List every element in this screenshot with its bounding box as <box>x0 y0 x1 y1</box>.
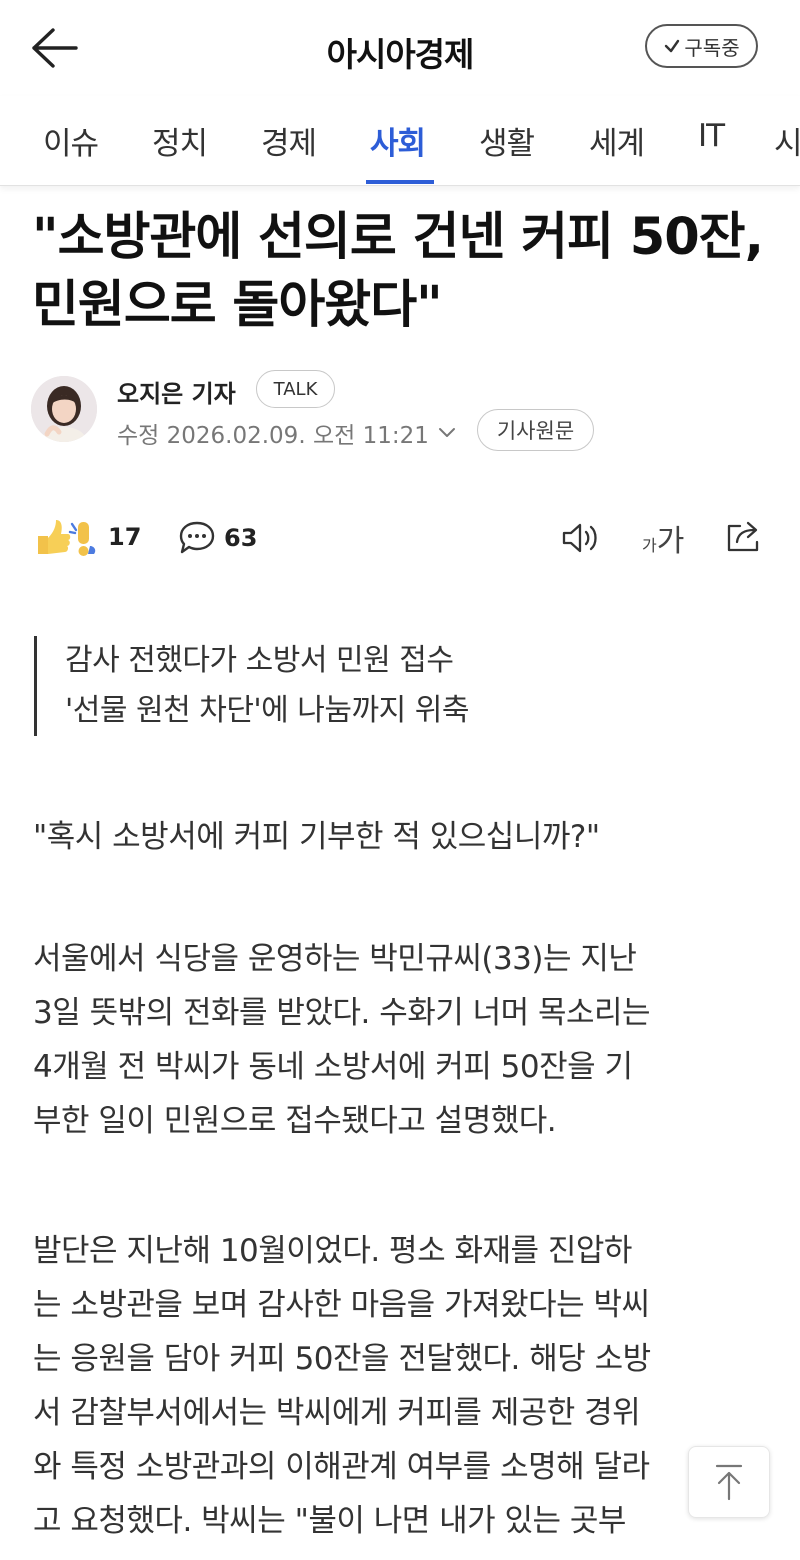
tts-button[interactable] <box>560 520 602 556</box>
paragraph-line: 는 소방관을 보며 감사한 마음을 가져왔다는 박씨 <box>33 1287 650 1323</box>
reaction-button[interactable]: 17 <box>34 516 141 558</box>
article-paragraph: 발단은 지난해 10월이었다. 평소 화재를 진압하 는 소방관을 보며 감사한… <box>33 1224 773 1548</box>
author-avatar[interactable] <box>31 376 97 442</box>
article-summary: 감사 전했다가 소방서 민원 접수 '선물 원천 차단'에 나눔까지 위축 <box>34 636 734 736</box>
original-article-button[interactable]: 기사원문 <box>477 409 594 451</box>
comment-icon <box>179 521 215 554</box>
tab-it[interactable]: IT <box>698 118 725 154</box>
comment-button[interactable]: 63 <box>178 520 257 556</box>
article-paragraph: 서울에서 식당을 운영하는 박민규씨(33)는 지난 3일 뜻밖의 전화를 받았… <box>33 932 773 1148</box>
share-icon <box>727 521 759 552</box>
summary-line: 감사 전했다가 소방서 민원 접수 <box>65 643 454 678</box>
font-large-glyph: 가 <box>656 524 685 559</box>
talk-button[interactable]: TALK <box>256 370 335 408</box>
avatar-image <box>31 376 97 442</box>
action-bar: 17 63 가 가 <box>0 512 800 566</box>
subscribe-label: 구독중 <box>684 35 740 60</box>
author-name[interactable]: 오지은 기자 <box>117 374 236 409</box>
paragraph-line: 서울에서 식당을 운영하는 박민규씨(33)는 지난 <box>33 941 637 977</box>
article-headline: "소방관에 선의로 건넨 커피 50잔, 민원으로 돌아왔다" <box>32 208 764 335</box>
share-button[interactable] <box>724 518 764 554</box>
category-tabs: 이슈 정치 경제 사회 생활 세계 IT 시 <box>0 96 800 186</box>
font-small-glyph: 가 <box>642 536 657 555</box>
subscribe-button[interactable]: 구독중 <box>645 24 758 68</box>
tab-politics[interactable]: 정치 <box>152 118 208 163</box>
tab-issue[interactable]: 이슈 <box>43 118 99 163</box>
paragraph-line: "혹시 소방서에 커피 기부한 적 있으십니까?" <box>33 819 600 855</box>
reaction-icon <box>38 520 96 556</box>
reaction-count: 17 <box>108 523 142 551</box>
tab-society[interactable]: 사회 <box>370 118 426 163</box>
chevron-down-icon <box>438 428 455 437</box>
speaker-icon <box>562 523 597 553</box>
active-tab-indicator <box>366 180 434 184</box>
tab-world[interactable]: 세계 <box>589 118 645 163</box>
font-size-button[interactable]: 가 가 <box>642 516 684 560</box>
paragraph-line: 는 응원을 담아 커피 50잔을 전달했다. 해당 소방 <box>33 1341 651 1377</box>
date-text: 수정 2026.02.09. 오전 11:21 <box>117 423 429 449</box>
summary-line: '선물 원천 차단'에 나눔까지 위축 <box>65 693 469 728</box>
top-bar: 아시아경제 구독중 <box>0 0 800 96</box>
article-paragraph: "혹시 소방서에 커피 기부한 적 있으십니까?" <box>33 810 773 864</box>
tab-life[interactable]: 생활 <box>479 118 535 163</box>
tab-economy[interactable]: 경제 <box>261 118 317 163</box>
paragraph-line: 발단은 지난해 10월이었다. 평소 화재를 진압하 <box>33 1233 632 1269</box>
article-date[interactable]: 수정 2026.02.09. 오전 11:21 <box>117 416 457 450</box>
scroll-top-button[interactable] <box>688 1446 770 1518</box>
paragraph-line: 3일 뜻밖의 전화를 받았다. 수화기 너머 목소리는 <box>33 995 651 1031</box>
arrow-up-icon <box>715 1464 743 1501</box>
paragraph-line: 4개월 전 박씨가 동네 소방서에 커피 50잔을 기 <box>33 1049 633 1085</box>
tab-more[interactable]: 시 <box>774 118 800 163</box>
paragraph-line: 와 특정 소방관과의 이해관계 여부를 소명해 달라 <box>33 1449 650 1485</box>
check-icon <box>665 39 680 53</box>
paragraph-line: 고 요청했다. 박씨는 "불이 나면 내가 있는 곳부 <box>33 1503 626 1539</box>
paragraph-line: 서 감찰부서에서는 박씨에게 커피를 제공한 경위 <box>33 1395 641 1431</box>
paragraph-line: 부한 일이 민원으로 접수됐다고 설명했다. <box>33 1103 557 1139</box>
comment-count: 63 <box>224 524 258 552</box>
